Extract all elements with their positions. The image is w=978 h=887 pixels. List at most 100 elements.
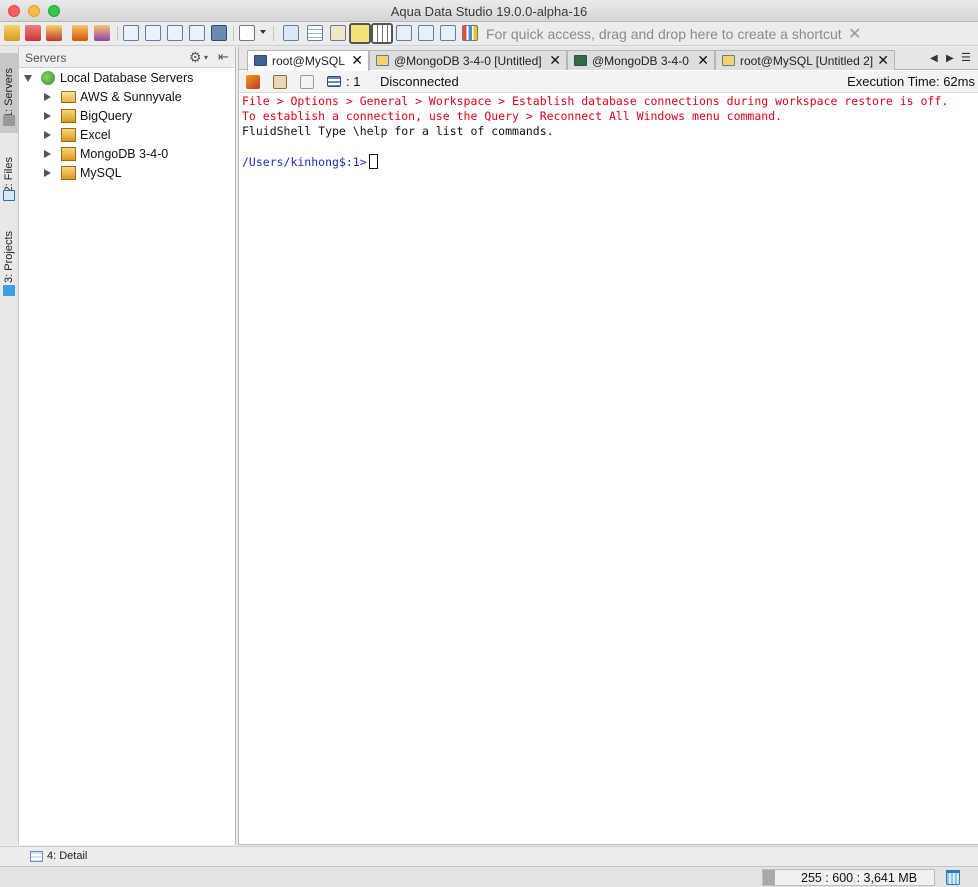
editor-area: root@MySQL ✕ @MongoDB 3-4-0 [Untitled] ✕… bbox=[238, 47, 978, 845]
bottom-panel-bar: 4: Detail bbox=[0, 846, 978, 866]
tab-servers-label: 1: Servers bbox=[3, 67, 15, 119]
toolbar-separator bbox=[273, 26, 274, 41]
tab-list-menu-icon[interactable]: ☰ bbox=[961, 51, 971, 64]
text-view-icon[interactable] bbox=[330, 25, 346, 41]
tab-files-label: 2: Files bbox=[3, 157, 15, 193]
gear-icon[interactable]: ⚙ bbox=[189, 49, 202, 66]
register-icon[interactable] bbox=[94, 25, 110, 41]
new-server-icon[interactable] bbox=[4, 25, 20, 41]
tab-root-mysql-untitled-2[interactable]: root@MySQL [Untitled 2] ✕ bbox=[715, 50, 895, 70]
tree-item-label: Excel bbox=[80, 128, 111, 142]
console-info-line: FluidShell Type \help for a list of comm… bbox=[242, 124, 554, 138]
side-tab-bar: 1: Servers 2: Files 3: Projects bbox=[0, 47, 19, 845]
servers-title: Servers bbox=[25, 51, 67, 65]
schema-compare-icon[interactable] bbox=[189, 25, 205, 41]
tab-projects[interactable]: 3: Projects bbox=[0, 219, 18, 294]
servers-header: Servers ⚙ ▾ ⇤ bbox=[19, 47, 235, 68]
close-icon[interactable]: ✕ bbox=[848, 24, 861, 44]
tree-item-mongodb[interactable]: MongoDB 3-4-0 bbox=[19, 145, 235, 164]
tab-label: @MongoDB 3-4-0 bbox=[592, 54, 689, 68]
expand-arrow-icon[interactable] bbox=[44, 131, 51, 139]
disconnect-icon[interactable] bbox=[25, 25, 41, 41]
collapse-arrow-icon[interactable] bbox=[24, 75, 32, 82]
servers-icon bbox=[3, 115, 15, 126]
er-modeler-icon[interactable] bbox=[211, 25, 227, 41]
tree-item-aws[interactable]: AWS & Sunnyvale bbox=[19, 88, 235, 107]
close-icon[interactable]: ✕ bbox=[877, 52, 889, 69]
connect-icon[interactable] bbox=[72, 25, 88, 41]
detail-icon[interactable] bbox=[30, 851, 43, 862]
close-icon[interactable]: ✕ bbox=[549, 52, 561, 69]
table-view-icon[interactable] bbox=[371, 23, 393, 44]
tree-item-label: MySQL bbox=[80, 166, 122, 180]
shell-icon bbox=[254, 55, 267, 66]
server-icon bbox=[61, 166, 76, 180]
table-data-editor-icon[interactable] bbox=[167, 25, 183, 41]
tab-projects-label: 3: Projects bbox=[3, 230, 15, 283]
results-split-icon[interactable] bbox=[396, 25, 412, 41]
main-toolbar: For quick access, drag and drop here to … bbox=[0, 22, 978, 46]
toolbar-separator bbox=[233, 26, 234, 41]
scroll-tabs-left-icon[interactable]: ◀ bbox=[930, 53, 938, 64]
tab-label: root@MySQL [Untitled 2] bbox=[740, 54, 874, 68]
title-bar: Aqua Data Studio 19.0.0-alpha-16 bbox=[0, 0, 978, 22]
query-icon bbox=[722, 55, 735, 66]
tab-mongodb[interactable]: @MongoDB 3-4-0 ✕ bbox=[567, 50, 715, 70]
expand-arrow-icon[interactable] bbox=[44, 150, 51, 158]
document-icon[interactable] bbox=[239, 25, 255, 41]
pivot-view-icon[interactable] bbox=[349, 23, 371, 44]
close-icon[interactable]: ✕ bbox=[697, 52, 709, 69]
memory-usage-fill bbox=[763, 870, 775, 885]
tab-mongodb-untitled[interactable]: @MongoDB 3-4-0 [Untitled] ✕ bbox=[369, 50, 567, 70]
find-icon[interactable] bbox=[300, 75, 314, 89]
scroll-tabs-right-icon[interactable]: ▶ bbox=[946, 53, 954, 64]
minimize-panel-icon[interactable]: ⇤ bbox=[218, 49, 229, 65]
expand-arrow-icon[interactable] bbox=[44, 93, 51, 101]
files-icon bbox=[3, 190, 15, 201]
shell-icon bbox=[574, 55, 587, 66]
servers-panel: Servers ⚙ ▾ ⇤ Local Database Servers AWS… bbox=[19, 47, 236, 845]
fluidshell-console[interactable]: File > Options > General > Workspace > E… bbox=[242, 94, 976, 169]
reconnect-icon[interactable] bbox=[246, 75, 260, 89]
fluidshell-icon[interactable] bbox=[283, 25, 299, 41]
query-builder-icon[interactable] bbox=[145, 25, 161, 41]
paste-icon[interactable] bbox=[273, 75, 287, 89]
server-icon bbox=[61, 128, 76, 142]
tab-root-mysql[interactable]: root@MySQL ✕ bbox=[247, 50, 369, 71]
memory-usage-text: 255 : 600 : 3,641 MB bbox=[801, 871, 918, 885]
tree-item-mysql[interactable]: MySQL bbox=[19, 164, 235, 183]
garbage-collect-icon[interactable] bbox=[946, 870, 960, 885]
server-properties-icon[interactable] bbox=[46, 25, 62, 41]
memory-indicator[interactable]: 255 : 600 : 3,641 MB bbox=[762, 869, 935, 886]
folder-icon bbox=[61, 91, 76, 103]
tab-label: root@MySQL bbox=[272, 54, 345, 68]
server-tree: Local Database Servers AWS & Sunnyvale B… bbox=[19, 69, 235, 183]
expand-arrow-icon[interactable] bbox=[44, 169, 51, 177]
close-icon[interactable]: ✕ bbox=[351, 52, 363, 69]
window-count-icon bbox=[327, 76, 341, 87]
console-prompt: /Users/kinhong$:1> bbox=[242, 155, 367, 169]
grid-view-icon[interactable] bbox=[307, 25, 323, 41]
query-analyzer-icon[interactable] bbox=[123, 25, 139, 41]
window-title: Aqua Data Studio 19.0.0-alpha-16 bbox=[390, 4, 588, 19]
toolbar-separator bbox=[117, 26, 118, 41]
shell-toolbar: : 1 Disconnected Execution Time: 62ms bbox=[239, 71, 978, 93]
text-cursor[interactable] bbox=[368, 154, 378, 169]
tree-item-excel[interactable]: Excel bbox=[19, 126, 235, 145]
tree-item-bigquery[interactable]: BigQuery bbox=[19, 107, 235, 126]
console-error-line: File > Options > General > Workspace > E… bbox=[242, 94, 949, 108]
tab-detail[interactable]: 4: Detail bbox=[47, 850, 87, 862]
expand-arrow-icon[interactable] bbox=[44, 112, 51, 120]
editor-tab-strip: root@MySQL ✕ @MongoDB 3-4-0 [Untitled] ✕… bbox=[239, 47, 978, 71]
status-bar: 255 : 600 : 3,641 MB bbox=[0, 866, 978, 887]
tree-item-label: MongoDB 3-4-0 bbox=[80, 147, 169, 161]
chevron-down-icon[interactable]: ▾ bbox=[204, 53, 208, 62]
console-prompt-line[interactable]: /Users/kinhong$:1> bbox=[242, 154, 976, 169]
server-icon bbox=[61, 109, 76, 123]
chevron-down-icon[interactable] bbox=[260, 30, 266, 34]
tree-root[interactable]: Local Database Servers bbox=[19, 69, 235, 88]
visual-explain-icon[interactable] bbox=[418, 25, 434, 41]
compare-results-icon[interactable] bbox=[440, 25, 456, 41]
chart-icon[interactable] bbox=[462, 25, 478, 41]
